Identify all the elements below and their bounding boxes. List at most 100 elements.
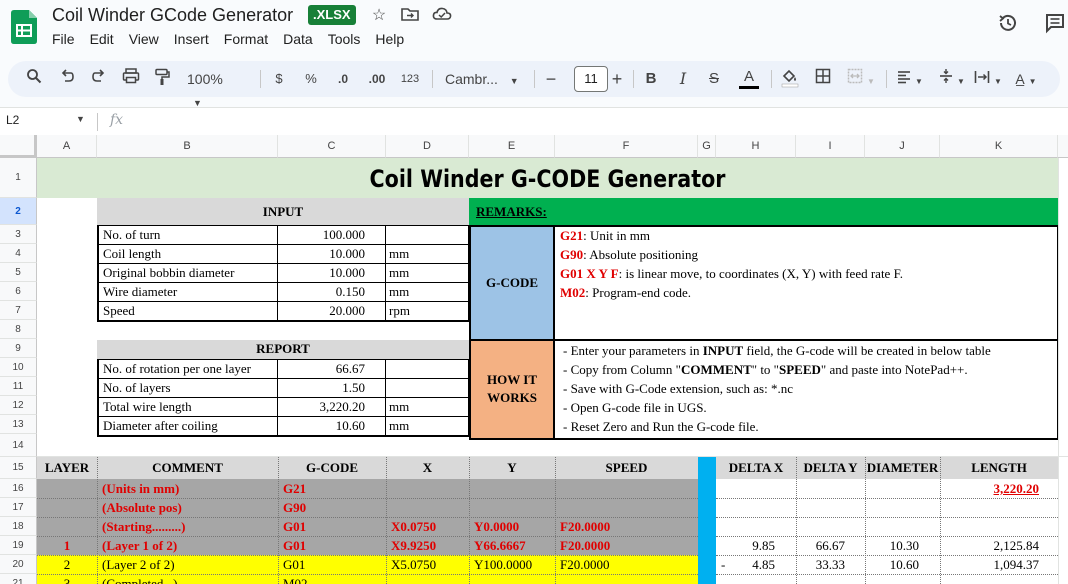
bold-button[interactable]: B <box>644 68 658 90</box>
menu-insert[interactable]: Insert <box>174 31 216 47</box>
table-cell-layer[interactable]: 2 <box>37 556 97 574</box>
fill-color-icon[interactable] <box>780 68 800 90</box>
row-header-6[interactable]: 6 <box>0 282 37 301</box>
menu-tools[interactable]: Tools <box>328 31 368 47</box>
number-format-button[interactable]: 123 <box>399 68 421 90</box>
table-cell-comment[interactable]: (Absolute pos) <box>99 499 278 517</box>
table-cell-layer[interactable]: 3 <box>37 575 97 584</box>
row-header-13[interactable]: 13 <box>0 415 37 434</box>
table-cell-speed[interactable]: F20.0000 <box>557 537 698 555</box>
spreadsheet-grid[interactable]: A B C D E F G H I J K 1 2 3 4 5 6 7 8 9 … <box>0 135 1068 584</box>
row-header-14[interactable]: 14 <box>0 434 37 457</box>
column-header-h[interactable]: H <box>716 135 796 158</box>
row-header-19[interactable]: 19 <box>0 536 37 555</box>
row-header-16[interactable]: 16 <box>0 479 37 498</box>
menu-help[interactable]: Help <box>375 31 411 47</box>
column-header-l[interactable] <box>1058 135 1068 158</box>
sheets-logo-icon[interactable] <box>11 10 37 44</box>
column-header-b[interactable]: B <box>97 135 278 158</box>
gcode-remark[interactable]: G90: Absolute positioning <box>557 246 1057 264</box>
select-all-corner[interactable] <box>0 135 37 158</box>
menu-data[interactable]: Data <box>283 31 320 47</box>
search-menus-icon[interactable] <box>25 68 43 90</box>
sheet-title[interactable]: Coil Winder G-CODE Generator <box>108 164 986 194</box>
header-x[interactable]: X <box>386 459 469 477</box>
how-step[interactable]: - Enter your parameters in INPUT field, … <box>560 342 1056 360</box>
table-cell-length[interactable]: 3,220.20 <box>940 480 1042 498</box>
column-header-e[interactable]: E <box>469 135 555 158</box>
gcode-label[interactable]: G-CODE <box>469 274 555 292</box>
how-step[interactable]: - Save with G-Code extension, such as: *… <box>560 380 1056 398</box>
row-header-18[interactable]: 18 <box>0 517 37 536</box>
font-size-input[interactable]: 11 <box>574 66 608 92</box>
table-cell-diameter[interactable]: 10.60 <box>865 556 922 574</box>
borders-icon[interactable] <box>814 68 832 90</box>
percent-format-button[interactable]: % <box>304 68 318 90</box>
horizontal-align-icon[interactable]: ▼ <box>895 68 925 90</box>
row-header-4[interactable]: 4 <box>0 244 37 263</box>
table-cell-delta-x[interactable]: 9.85 <box>716 537 778 555</box>
column-header-g[interactable]: G <box>698 135 716 158</box>
header-delta-x[interactable]: DELTA X <box>716 459 796 477</box>
table-cell-gcode[interactable]: M02 <box>280 575 386 584</box>
row-header-7[interactable]: 7 <box>0 301 37 320</box>
header-speed[interactable]: SPEED <box>555 459 698 477</box>
decrease-font-size-button[interactable]: − <box>544 68 558 90</box>
table-cell-gcode[interactable]: G01 <box>280 556 386 574</box>
how-step[interactable]: - Copy from Column "COMMENT" to "SPEED" … <box>560 361 1056 379</box>
table-cell-length[interactable]: 1,094.37 <box>940 556 1042 574</box>
zoom-select[interactable]: 100% ▼ <box>187 68 239 108</box>
move-folder-icon[interactable] <box>400 6 420 26</box>
paint-format-icon[interactable] <box>153 68 171 90</box>
print-icon[interactable] <box>121 68 141 90</box>
header-y[interactable]: Y <box>469 459 555 477</box>
text-wrapping-icon[interactable]: ▼ <box>973 68 1003 90</box>
table-cell-x[interactable]: X5.0750 <box>388 556 469 574</box>
row-header-15[interactable]: 15 <box>0 457 37 479</box>
report-header[interactable]: REPORT <box>97 340 469 359</box>
row-header-21[interactable]: 21 <box>0 574 37 584</box>
input-header[interactable]: INPUT <box>97 198 469 225</box>
increase-font-size-button[interactable]: + <box>610 68 624 90</box>
version-history-icon[interactable] <box>997 12 1019 34</box>
row-header-9[interactable]: 9 <box>0 339 37 358</box>
table-cell-speed[interactable]: F20.0000 <box>557 556 698 574</box>
header-length[interactable]: LENGTH <box>940 459 1058 477</box>
column-header-c[interactable]: C <box>278 135 386 158</box>
gcode-remark[interactable]: G21: Unit in mm <box>557 227 1057 245</box>
remarks-header[interactable]: REMARKS: <box>469 198 1058 225</box>
menu-file[interactable]: File <box>52 31 82 47</box>
column-header-a[interactable]: A <box>37 135 97 158</box>
table-cell-gcode[interactable]: G01 <box>280 537 386 555</box>
undo-icon[interactable] <box>58 68 76 90</box>
row-header-10[interactable]: 10 <box>0 358 37 377</box>
menu-view[interactable]: View <box>129 31 166 47</box>
header-comment[interactable]: COMMENT <box>97 459 278 477</box>
table-cell-comment[interactable]: (Units in mm) <box>99 480 278 498</box>
menu-format[interactable]: Format <box>224 31 275 47</box>
decrease-decimal-button[interactable]: .0 <box>332 68 354 90</box>
row-header-3[interactable]: 3 <box>0 225 37 244</box>
table-cell-diameter[interactable]: 10.30 <box>865 537 922 555</box>
column-header-j[interactable]: J <box>865 135 940 158</box>
text-rotation-icon[interactable]: A̲ ▼ <box>1011 68 1041 90</box>
strikethrough-button[interactable]: S <box>706 68 722 90</box>
row-header-1[interactable]: 1 <box>0 158 37 198</box>
table-cell-y[interactable]: Y0.0000 <box>471 518 555 536</box>
table-cell-speed[interactable]: F20.0000 <box>557 518 698 536</box>
table-cell-delta-y[interactable]: 33.33 <box>796 556 848 574</box>
table-cell-gcode[interactable]: G01 <box>280 518 386 536</box>
text-color-button[interactable]: A <box>739 68 759 89</box>
redo-icon[interactable] <box>90 68 108 90</box>
row-header-8[interactable]: 8 <box>0 320 37 339</box>
comments-icon[interactable] <box>1044 12 1066 34</box>
how-step[interactable]: - Reset Zero and Run the G-code file. <box>560 418 1056 436</box>
column-header-f[interactable]: F <box>555 135 698 158</box>
row-header-20[interactable]: 20 <box>0 555 37 574</box>
table-cell-y[interactable]: Y66.6667 <box>471 537 555 555</box>
table-cell-delta-y[interactable]: 66.67 <box>796 537 848 555</box>
header-gcode[interactable]: G-CODE <box>278 459 386 477</box>
menu-edit[interactable]: Edit <box>90 31 121 47</box>
column-header-d[interactable]: D <box>386 135 469 158</box>
column-header-k[interactable]: K <box>940 135 1058 158</box>
